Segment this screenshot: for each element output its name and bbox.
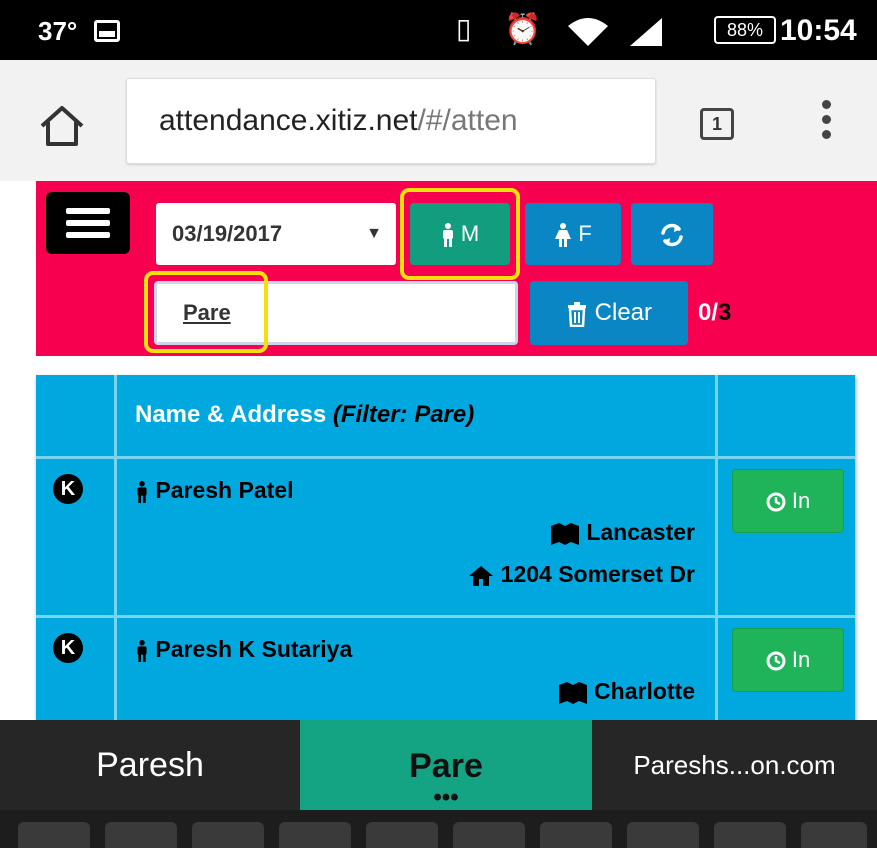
- person-name-text: Paresh Patel: [155, 477, 294, 503]
- count-total: 3: [718, 299, 732, 326]
- header-cell-name: Name & Address (Filter: Pare): [117, 375, 718, 456]
- keyboard-key[interactable]: [18, 822, 90, 848]
- person-name: Paresh Patel: [135, 477, 293, 504]
- url-host: attendance.xitiz.net: [159, 104, 418, 137]
- keyboard-keys: [0, 810, 877, 848]
- person-address: 1204 Somerset Dr: [468, 561, 695, 588]
- keyboard-key[interactable]: [627, 822, 699, 848]
- check-in-button[interactable]: In: [732, 469, 844, 533]
- person-address-text: 1204 Somerset Dr: [500, 561, 695, 587]
- trash-icon: [567, 301, 586, 327]
- badge-cell: K: [36, 459, 117, 615]
- male-icon: [137, 639, 147, 662]
- header-label: Name & Address: [135, 401, 327, 428]
- vibrate-icon: ▯: [456, 13, 472, 44]
- temperature-indicator: 37°: [38, 16, 78, 46]
- action-cell: In: [718, 618, 855, 720]
- person-city: Charlotte: [558, 678, 695, 705]
- name-address-cell: Paresh K Sutariya Charlotte: [117, 618, 718, 720]
- person-city: Lancaster: [550, 519, 695, 546]
- filter-input-highlight: [144, 271, 268, 353]
- signal-icon: [630, 18, 662, 46]
- table-row: K Paresh Patel Lancaster 1204 Somerset D…: [36, 459, 855, 618]
- male-button-label: M: [460, 221, 480, 246]
- keyboard-key[interactable]: [279, 822, 351, 848]
- keyboard-key[interactable]: [714, 822, 786, 848]
- clear-button-label: Clear: [594, 299, 653, 326]
- action-cell: In: [718, 459, 855, 615]
- table-row: K Paresh K Sutariya Charlotte In: [36, 618, 855, 720]
- table-header-row: Name & Address (Filter: Pare): [36, 375, 855, 459]
- clock: 10:54: [780, 14, 857, 47]
- keyboard-key[interactable]: [453, 822, 525, 848]
- date-select[interactable]: 03/19/2017 ▼: [156, 203, 396, 265]
- check-in-button[interactable]: In: [732, 628, 844, 692]
- status-badge: K: [53, 633, 83, 663]
- map-icon: [558, 681, 587, 704]
- keyboard-key[interactable]: [192, 822, 264, 848]
- image-notification-icon: [94, 20, 120, 42]
- female-button-label: F: [578, 221, 592, 246]
- caret-down-icon: ▼: [366, 225, 382, 242]
- person-city-text: Charlotte: [594, 678, 695, 704]
- name-address-cell: Paresh Patel Lancaster 1204 Somerset Dr: [117, 459, 718, 615]
- home-icon: [469, 565, 494, 586]
- app-toolbar: 03/19/2017 ▼ M F Pare Clear 0/3: [36, 181, 877, 356]
- person-name: Paresh K Sutariya: [135, 636, 352, 663]
- keyboard-key[interactable]: [801, 822, 867, 848]
- suggestion-3[interactable]: Pareshs...on.com: [592, 720, 877, 810]
- header-filter-label: (Filter: Pare): [332, 401, 475, 428]
- check-in-label: In: [791, 488, 811, 513]
- attendance-count: 0/3: [698, 281, 731, 345]
- male-icon: [137, 480, 147, 503]
- count-checked: 0/: [698, 299, 719, 326]
- male-icon: [442, 223, 453, 248]
- check-in-label: In: [791, 647, 811, 672]
- person-name-text: Paresh K Sutariya: [155, 636, 353, 662]
- clock-icon: [766, 651, 786, 671]
- address-bar[interactable]: attendance.xitiz.net/#/atten: [126, 78, 656, 164]
- tab-switcher-button[interactable]: 1: [700, 108, 734, 140]
- keyboard-suggestion-strip: Paresh Pare ••• Pareshs...on.com: [0, 720, 877, 810]
- url-path: /#/atten: [417, 104, 518, 137]
- home-icon[interactable]: [38, 104, 86, 148]
- female-icon: [555, 223, 572, 248]
- refresh-button[interactable]: [631, 203, 713, 265]
- header-cell-badge: [36, 375, 117, 456]
- map-icon: [550, 522, 579, 545]
- keyboard-key[interactable]: [366, 822, 438, 848]
- wifi-icon: [568, 18, 608, 46]
- more-suggestions-dots: •••: [433, 784, 459, 811]
- person-city-text: Lancaster: [586, 519, 695, 545]
- header-cell-action: [718, 375, 855, 456]
- badge-cell: K: [36, 618, 117, 720]
- suggestion-1[interactable]: Paresh: [0, 720, 300, 810]
- status-badge: K: [53, 474, 83, 504]
- overflow-menu-icon[interactable]: [816, 100, 836, 146]
- attendance-table: Name & Address (Filter: Pare) K Paresh P…: [36, 375, 855, 720]
- date-value: 03/19/2017: [172, 221, 283, 246]
- hamburger-menu-button[interactable]: [46, 192, 130, 254]
- suggestion-2-text: Pare: [409, 747, 483, 785]
- battery-indicator: 88%: [714, 16, 776, 44]
- status-bar: 37° ▯ ⏰ 88% 10:54: [0, 0, 877, 60]
- refresh-icon: [661, 223, 683, 247]
- clear-filter-button[interactable]: Clear: [530, 281, 688, 345]
- suggestion-2[interactable]: Pare •••: [300, 720, 592, 810]
- keyboard-key[interactable]: [540, 822, 612, 848]
- browser-toolbar: attendance.xitiz.net/#/atten 1: [0, 60, 877, 181]
- female-filter-button[interactable]: F: [525, 203, 621, 265]
- male-filter-button[interactable]: M: [410, 203, 510, 265]
- phone-screen: 37° ▯ ⏰ 88% 10:54 attendance.xitiz.net/#…: [0, 0, 877, 848]
- clock-icon: [766, 492, 786, 512]
- keyboard-key[interactable]: [105, 822, 177, 848]
- alarm-icon: ⏰: [504, 13, 542, 46]
